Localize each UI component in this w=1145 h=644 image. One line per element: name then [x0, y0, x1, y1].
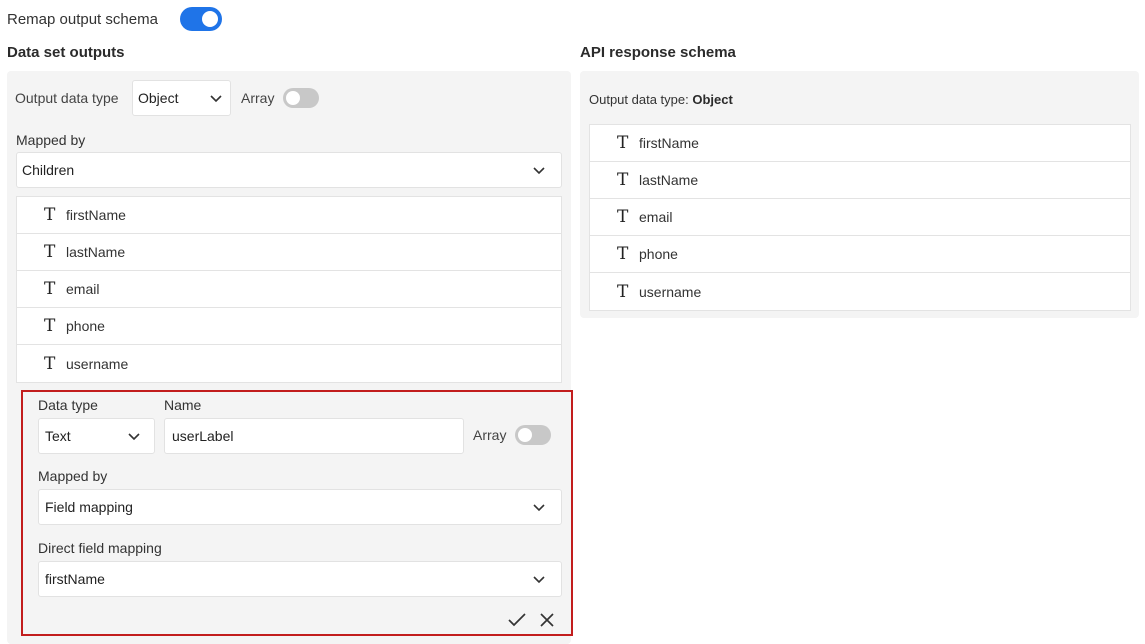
- mapped-by-label: Mapped by: [16, 132, 86, 148]
- list-item[interactable]: Temail: [17, 271, 561, 308]
- text-type-icon: T: [617, 207, 629, 227]
- field-name: email: [66, 281, 100, 297]
- field-mapped-by-select[interactable]: Field mapping: [38, 489, 562, 525]
- field-name: firstName: [639, 135, 699, 151]
- chevron-down-icon: [126, 428, 142, 444]
- array-label: Array: [241, 90, 275, 106]
- list-item: Tphone: [590, 236, 1130, 273]
- remap-label: Remap output schema: [7, 10, 158, 28]
- list-item: TlastName: [590, 162, 1130, 199]
- field-editor: Data type Name Text userLabel Array Mapp…: [21, 390, 573, 636]
- field-name: email: [639, 209, 673, 225]
- field-name: firstName: [66, 207, 126, 223]
- field-name: username: [66, 355, 129, 372]
- output-type-label: Output data type: [15, 90, 119, 106]
- list-item[interactable]: Tusername: [17, 345, 561, 382]
- array-label: Array: [473, 427, 507, 443]
- cancel-x-icon[interactable]: [537, 610, 557, 630]
- mapped-by-select[interactable]: Children: [16, 152, 562, 188]
- data-type-select[interactable]: Text: [38, 418, 155, 454]
- field-name: username: [639, 283, 702, 300]
- api-output-type-prefix: Output data type:: [589, 92, 689, 107]
- field-name: lastName: [639, 172, 699, 188]
- chevron-down-icon: [531, 499, 547, 515]
- field-mapped-by-value: Field mapping: [45, 499, 133, 515]
- text-type-icon: T: [44, 316, 56, 336]
- api-output-type: Output data type: Object: [589, 92, 733, 107]
- api-fields-list: TfirstName TlastName Temail Tphone Tuser…: [589, 124, 1131, 311]
- remap-toggle[interactable]: [179, 7, 222, 31]
- text-type-icon: T: [44, 353, 56, 374]
- list-item[interactable]: Tphone: [17, 308, 561, 345]
- confirm-check-icon[interactable]: [507, 610, 527, 630]
- field-name: lastName: [66, 244, 126, 260]
- data-type-value: Text: [45, 428, 71, 444]
- direct-field-mapping-value: firstName: [45, 571, 105, 587]
- text-type-icon: T: [617, 170, 629, 190]
- data-set-outputs-heading: Data set outputs: [7, 44, 125, 61]
- list-item[interactable]: TfirstName: [17, 197, 561, 234]
- text-type-icon: T: [617, 281, 629, 302]
- data-type-label: Data type: [38, 397, 98, 413]
- output-fields-list: TfirstName TlastName Temail Tphone Tuser…: [16, 196, 562, 383]
- output-type-select[interactable]: Object: [132, 80, 231, 116]
- name-input[interactable]: userLabel: [164, 418, 464, 454]
- direct-field-mapping-select[interactable]: firstName: [38, 561, 562, 597]
- list-item[interactable]: TlastName: [17, 234, 561, 271]
- array-toggle[interactable]: [515, 425, 552, 445]
- toggle-knob: [201, 11, 218, 27]
- api-response-schema-heading: API response schema: [580, 44, 736, 61]
- list-item: Tusername: [590, 273, 1130, 310]
- list-item: TfirstName: [590, 125, 1130, 162]
- api-output-type-value: Object: [692, 92, 733, 107]
- toggle-knob: [518, 428, 533, 442]
- array-toggle[interactable]: [283, 88, 320, 108]
- list-item: Temail: [590, 199, 1130, 236]
- mapped-by-label: Mapped by: [38, 468, 108, 484]
- text-type-icon: T: [617, 244, 629, 264]
- field-name: phone: [66, 318, 105, 334]
- api-response-panel: Output data type: Object TfirstName Tlas…: [580, 71, 1139, 318]
- text-type-icon: T: [44, 279, 56, 299]
- text-type-icon: T: [617, 133, 629, 153]
- remap-row: Remap output schema: [7, 7, 222, 31]
- text-type-icon: T: [44, 205, 56, 225]
- toggle-knob: [286, 91, 301, 105]
- chevron-down-icon: [208, 90, 224, 106]
- chevron-down-icon: [531, 162, 547, 178]
- name-label: Name: [164, 397, 202, 413]
- field-name: phone: [639, 246, 678, 262]
- direct-field-mapping-label: Direct field mapping: [38, 540, 162, 556]
- output-type-value: Object: [138, 90, 179, 106]
- text-type-icon: T: [44, 242, 56, 262]
- chevron-down-icon: [531, 571, 547, 587]
- mapped-by-value: Children: [22, 162, 75, 178]
